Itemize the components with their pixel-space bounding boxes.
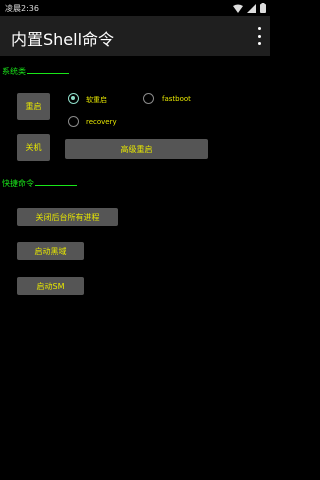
system-section-header: 系统类 [2, 66, 69, 77]
system-section-label: 系统类 [2, 67, 26, 76]
signal-icon [247, 3, 256, 13]
radio-soft-reboot-label: 软重启 [86, 96, 107, 104]
radio-fastboot-label: fastboot [162, 95, 191, 103]
start-black-domain-button[interactable]: 启动黑域 [17, 242, 84, 260]
radio-fastboot[interactable] [143, 93, 154, 104]
shutdown-button[interactable]: 关机 [17, 134, 50, 161]
section-underline [27, 73, 69, 74]
radio-recovery-label: recovery [86, 118, 117, 126]
status-bar: 凌晨2:36 [0, 0, 270, 16]
status-time: 凌晨2:36 [5, 4, 39, 13]
shortcut-section-header: 快捷命令 [2, 178, 77, 189]
wifi-icon [233, 4, 243, 13]
overflow-menu-icon[interactable] [256, 27, 262, 45]
app-bar: 内置Shell命令 [0, 16, 270, 56]
app-title: 内置Shell命令 [11, 30, 115, 49]
battery-icon [260, 3, 266, 13]
status-icons [233, 3, 266, 13]
section-underline [35, 185, 77, 186]
shortcut-section-label: 快捷命令 [2, 179, 34, 188]
start-sm-button[interactable]: 启动SM [17, 277, 84, 295]
advanced-reboot-button[interactable]: 高级重启 [65, 139, 208, 159]
radio-soft-reboot[interactable] [68, 93, 79, 104]
reboot-button[interactable]: 重启 [17, 93, 50, 120]
kill-background-button[interactable]: 关闭后台所有进程 [17, 208, 118, 226]
radio-recovery[interactable] [68, 116, 79, 127]
